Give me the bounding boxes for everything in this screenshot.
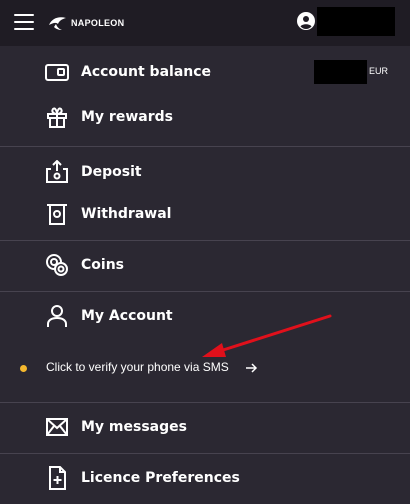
menu-label-deposit: Deposit <box>81 164 142 180</box>
menu-item-my-messages[interactable]: My messages <box>0 405 410 449</box>
divider <box>0 146 410 147</box>
menu-item-withdrawal[interactable]: Withdrawal <box>0 192 410 236</box>
menu-label-coins: Coins <box>81 257 124 273</box>
top-bar: NAPOLEON <box>0 0 410 46</box>
balance-currency: EUR <box>369 66 389 76</box>
divider <box>0 402 410 403</box>
gift-icon <box>47 107 67 128</box>
envelope-icon <box>46 418 68 436</box>
menu-item-my-rewards[interactable]: My rewards <box>0 95 410 139</box>
redacted-username <box>317 7 395 36</box>
notice-dot <box>20 365 27 372</box>
logo[interactable]: NAPOLEON <box>47 11 124 35</box>
verify-phone-text: Click to verify your phone via SMS <box>46 360 229 374</box>
menu-label-account-balance: Account balance <box>81 64 212 80</box>
deposit-icon <box>46 160 68 183</box>
menu-label-my-account: My Account <box>81 308 173 324</box>
logo-text: NAPOLEON <box>71 18 125 28</box>
menu-item-coins[interactable]: Coins <box>0 243 410 287</box>
menu-item-licence-preferences[interactable]: Licence Preferences <box>0 456 410 500</box>
menu-label-licence-preferences: Licence Preferences <box>81 470 240 486</box>
arrow-right-icon <box>246 363 258 373</box>
redacted-balance-amount <box>314 60 367 84</box>
menu-label-my-rewards: My rewards <box>81 109 173 125</box>
verify-phone-link[interactable]: Click to verify your phone via SMS <box>0 353 410 383</box>
person-icon <box>47 305 67 327</box>
document-add-icon <box>49 466 66 490</box>
wallet-icon <box>45 64 69 81</box>
coins-icon <box>46 254 68 276</box>
menu-item-deposit[interactable]: Deposit <box>0 150 410 194</box>
napoleon-logo-icon <box>49 17 66 30</box>
withdrawal-icon <box>47 204 67 225</box>
menu-icon[interactable] <box>14 14 34 30</box>
divider <box>0 291 410 292</box>
user-avatar-icon[interactable] <box>297 12 315 30</box>
menu-label-my-messages: My messages <box>81 419 187 435</box>
menu-label-withdrawal: Withdrawal <box>81 206 172 222</box>
menu-item-my-account[interactable]: My Account <box>0 294 410 338</box>
divider <box>0 240 410 241</box>
divider <box>0 453 410 454</box>
